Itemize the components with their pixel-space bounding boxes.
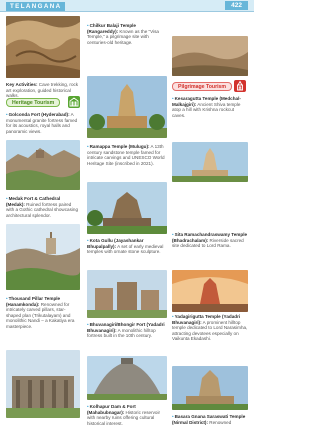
column-middle: •Chilkur Balaji Temple (Rangareddy): Kno… bbox=[87, 14, 167, 437]
bhongir-fort-photo bbox=[87, 356, 167, 400]
header-bar: TELANGANA 422 bbox=[0, 0, 254, 12]
heritage-tourism-label: Heritage Tourism bbox=[6, 98, 61, 107]
kesaragutta-temple-photo bbox=[172, 142, 248, 182]
list-item: •Ramappa Temple (Mulugu): A 13th century… bbox=[87, 144, 165, 166]
golconda-fort-photo bbox=[6, 140, 80, 190]
heritage-monument-icon bbox=[68, 96, 80, 108]
list-item: •Golconda Fort (Hyderabad): A monumental… bbox=[6, 112, 78, 134]
list-item: •Chilkur Balaji Temple (Rangareddy): Kno… bbox=[87, 23, 159, 45]
list-item: •Medak Fort & Cathedral (Medak): Ruined … bbox=[6, 196, 79, 218]
ramappa-temple-photo bbox=[87, 182, 167, 234]
list-item: •Kesaragutta Temple (Medchal-Malkajgiri)… bbox=[172, 96, 241, 118]
list-item: •Bhuvanagiri/Bhongir Fort (Yadadri Bhuva… bbox=[87, 322, 165, 339]
section-title: TELANGANA bbox=[6, 2, 66, 11]
page-number: 422 bbox=[225, 1, 248, 10]
list-item: •Sita Ramachandraswamy Temple (Bhadracha… bbox=[172, 232, 248, 249]
column-right: Pilgrimage Tourism •Kesaragutta Temple (… bbox=[172, 14, 248, 437]
cave-photo bbox=[6, 16, 80, 78]
column-left: Key Activities: Cave trekking, rock art … bbox=[6, 14, 80, 437]
list-item: •Kota Gullu (Jayashankar Bhupalpally): A… bbox=[87, 238, 164, 255]
list-item: •Thousand Pillar Temple (Hanamkonda): Re… bbox=[6, 296, 75, 329]
temple-icon bbox=[234, 80, 246, 92]
kota-gullu-photo bbox=[87, 270, 167, 318]
chilkur-balaji-temple-photo bbox=[87, 76, 167, 138]
bhadrachalam-temple-photo bbox=[172, 270, 248, 312]
list-item: •Basara Gnana Saraswati Temple (Nirmal D… bbox=[172, 414, 246, 425]
medak-fort-photo bbox=[6, 224, 80, 290]
thousand-pillar-temple-photo bbox=[6, 350, 80, 418]
list-item: •Yadagirigutta Temple (Yadadri Bhuvanagi… bbox=[172, 314, 248, 342]
list-item: •Kolhapur Dam & Fort (Mahabubnagar): His… bbox=[87, 404, 161, 426]
yadagirigutta-temple-photo bbox=[172, 366, 248, 410]
pilgrimage-tourism-label: Pilgrimage Tourism bbox=[172, 82, 233, 91]
hillside-photo bbox=[172, 36, 248, 76]
